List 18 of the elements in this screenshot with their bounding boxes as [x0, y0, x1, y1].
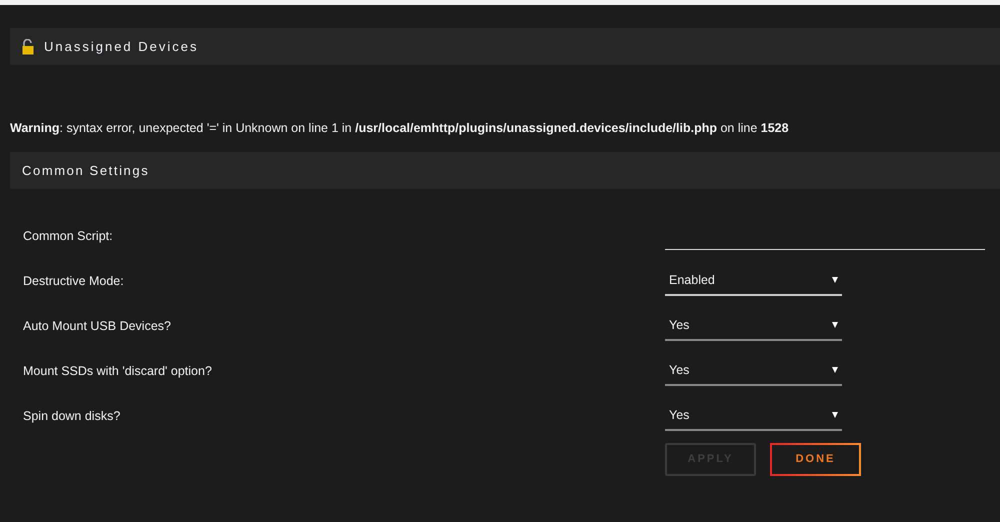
setting-label: Common Script: — [23, 228, 114, 245]
warning-message: Warning: syntax error, unexpected '=' in Unknown on line 1 in /usr/local/emhttp/plugins/unassigned.devices/include/lib.php on line 1528 — [10, 120, 790, 137]
setting-label: Spin down disks? — [23, 408, 122, 425]
padlock-icon — [22, 38, 34, 54]
caret-icon — [832, 322, 838, 328]
section-title: Common Settings — [22, 162, 150, 180]
dropdown[interactable]: Yes — [665, 356, 842, 386]
setting-label: Destructive Mode: — [23, 272, 125, 290]
caret-icon — [832, 367, 838, 374]
setting-label: Mount SSDs with 'discard' option? — [23, 362, 213, 380]
caret-icon — [832, 412, 838, 418]
dropdown[interactable]: Enabled — [665, 266, 842, 296]
caret-icon — [832, 277, 838, 284]
done-button[interactable]: DONE — [770, 442, 861, 476]
panel-title: Unassigned Devices — [44, 38, 199, 56]
dropdown[interactable]: Yes — [665, 401, 842, 432]
dropdown[interactable]: Yes — [665, 311, 842, 342]
setting-label: Auto Mount USB Devices? — [23, 318, 172, 335]
